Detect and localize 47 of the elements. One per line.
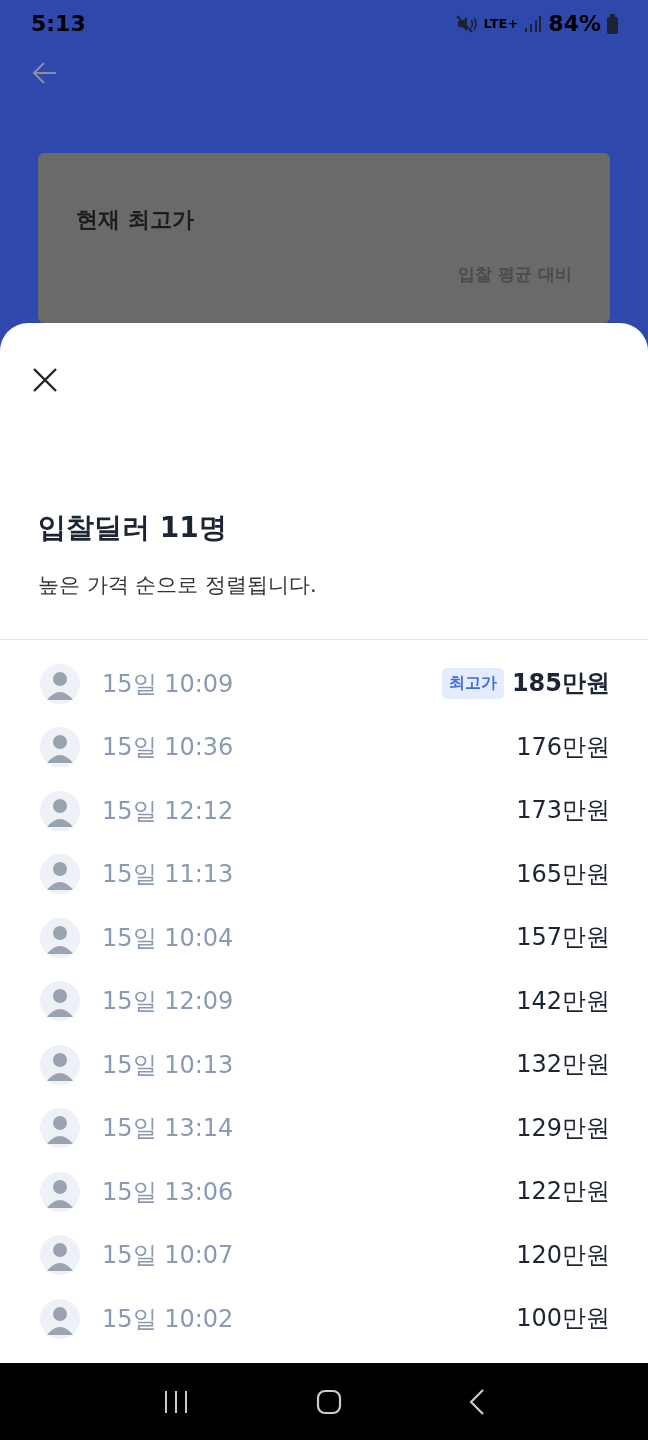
sheet-title: 입찰딜러 11명 [38,510,228,546]
home-icon[interactable] [316,1388,342,1415]
avatar-icon [38,1169,82,1214]
bid-time: 15일 10:02 [102,1303,234,1335]
bid-price: 142만원 [516,985,610,1017]
close-icon[interactable] [32,367,58,393]
bid-time: 15일 12:12 [102,795,234,827]
bid-time: 15일 10:09 [102,668,234,700]
avatar-icon [38,788,82,833]
bid-price: 129만원 [516,1112,610,1144]
bid-time: 15일 13:14 [102,1113,234,1145]
bid-price: 120만원 [516,1239,610,1271]
bid-price: 100만원 [516,1303,610,1335]
avatar-icon [38,661,82,706]
avatar-icon [38,1106,82,1151]
bid-price: 157만원 [516,922,610,954]
recent-apps-icon[interactable] [163,1388,190,1415]
bid-time: 15일 10:13 [102,1049,234,1081]
bid-price: 185만원 [511,668,610,700]
mute-icon [455,13,478,34]
bid-price: 173만원 [516,795,610,827]
avatar-icon [38,979,82,1024]
battery-level: 84% [548,11,601,37]
bid-time: 15일 11:13 [102,859,234,891]
bid-price: 165만원 [516,858,610,890]
network-label: LTE+ [483,16,519,32]
avatar-icon [38,725,82,770]
bid-price: 122만원 [516,1176,610,1208]
avatar-icon [38,1042,82,1087]
bid-time: 15일 12:09 [102,986,234,1018]
back-icon[interactable] [468,1387,485,1416]
avatar-icon [38,1296,82,1341]
bid-time: 15일 10:36 [102,732,234,764]
bid-time: 15일 10:04 [102,922,234,954]
battery-icon [607,13,618,34]
avatar-icon [38,1233,82,1278]
signal-icon [524,14,543,33]
bid-price: 132만원 [516,1049,610,1081]
highest-price-badge: 최고가 [441,668,504,700]
bid-time: 15일 10:07 [102,1240,234,1272]
avatar-icon [38,915,82,960]
status-time: 5:13 [31,11,86,37]
card-title: 현재 최고가 [76,205,195,234]
sheet-subtitle: 높은 가격 순으로 정렬됩니다. [38,572,318,599]
avatar-icon [38,852,82,897]
bid-time: 15일 13:06 [102,1176,234,1208]
bid-price: 176만원 [516,731,610,763]
